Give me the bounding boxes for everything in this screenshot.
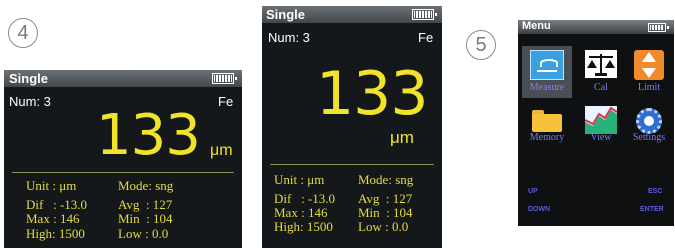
battery-icon xyxy=(412,9,437,20)
menu-item-settings[interactable]: Settings xyxy=(624,102,674,154)
menu-item-limit[interactable]: Limit xyxy=(624,46,674,98)
chart-icon xyxy=(585,106,617,134)
menu-label-limit: Limit xyxy=(637,82,661,93)
divider xyxy=(12,172,234,173)
stat-mode: Mode: sng xyxy=(358,172,414,187)
menu-label-memory: Memory xyxy=(529,132,565,143)
menu-item-memory[interactable]: Memory xyxy=(522,102,572,154)
menu-label-cal: Cal xyxy=(594,82,608,93)
up-down-arrows-icon xyxy=(634,50,664,80)
menu-item-view[interactable]: View xyxy=(576,102,626,154)
balance-scale-icon xyxy=(585,50,617,78)
step-4-badge: 4 xyxy=(8,18,38,48)
menu-label-measure: Measure xyxy=(529,82,565,93)
screen-title: Menu xyxy=(522,20,551,32)
battery-icon xyxy=(212,73,237,84)
stat-max: Max : 146 xyxy=(26,211,80,226)
stat-high: High: 1500 xyxy=(274,219,333,234)
titlebar: Menu xyxy=(518,20,674,34)
softkey-enter[interactable]: ENTER xyxy=(640,206,664,213)
softkey-down[interactable]: DOWN xyxy=(528,206,550,213)
measurement-unit: μm xyxy=(210,142,233,159)
stat-unit: Unit : μm xyxy=(26,178,77,193)
divider xyxy=(270,164,434,165)
gear-icon xyxy=(636,108,662,134)
folder-icon xyxy=(532,110,562,132)
measurement-value: 133 xyxy=(316,59,429,129)
stat-low: Low : 0.0 xyxy=(118,226,169,241)
stat-mode: Mode: sng xyxy=(118,178,174,193)
stat-min: Min : 104 xyxy=(118,211,173,226)
screen-title: Single xyxy=(9,71,49,86)
menu-label-view: View xyxy=(590,132,612,143)
step-5-badge: 5 xyxy=(466,30,496,60)
softkey-up[interactable]: UP xyxy=(528,188,538,195)
measure-icon xyxy=(530,50,564,80)
device-screen-single-a: Single Num: 3 Fe 133 μm Unit : μm Mode: … xyxy=(4,70,242,248)
measurement-unit: μm xyxy=(390,128,414,147)
device-screen-single-b: Single Num: 3 Fe 133 μm Unit : μm Mode: … xyxy=(262,6,442,248)
stat-unit: Unit : μm xyxy=(274,172,325,187)
substrate-material: Fe xyxy=(418,30,434,45)
menu-label-settings: Settings xyxy=(632,132,666,143)
titlebar: Single xyxy=(262,6,442,23)
substrate-material: Fe xyxy=(218,94,234,109)
device-screen-menu: Menu Measure Cal Limit Memory View Setti… xyxy=(518,20,674,226)
screen-title: Single xyxy=(266,7,306,22)
measurement-value: 133 xyxy=(96,103,201,168)
menu-item-cal[interactable]: Cal xyxy=(576,46,626,98)
stat-high: High: 1500 xyxy=(26,226,85,241)
titlebar: Single xyxy=(4,70,242,87)
menu-item-measure[interactable]: Measure xyxy=(522,46,572,98)
reading-count: Num: 3 xyxy=(9,94,51,109)
softkey-esc[interactable]: ESC xyxy=(648,188,662,195)
reading-count: Num: 3 xyxy=(268,30,310,45)
stat-low: Low : 0.0 xyxy=(358,219,409,234)
battery-icon xyxy=(648,23,669,32)
